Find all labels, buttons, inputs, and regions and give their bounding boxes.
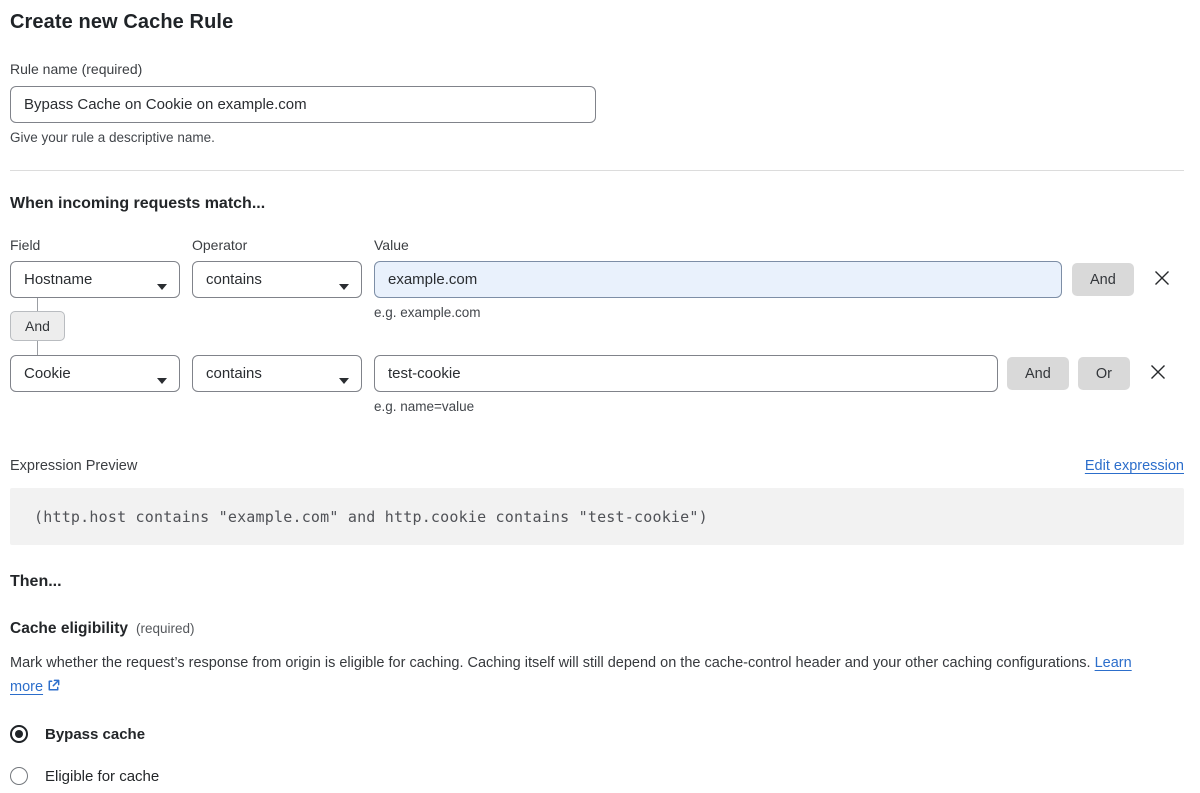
field-column-label: Field xyxy=(10,237,41,253)
create-cache-rule-form: Create new Cache Rule Rule name (require… xyxy=(0,0,1200,785)
expression-code: (http.host contains "example.com" and ht… xyxy=(34,507,708,526)
value-hint-2: e.g. name=value xyxy=(374,399,475,414)
rule-name-input[interactable] xyxy=(10,86,596,123)
radio-option-bypass-cache[interactable]: Bypass cache xyxy=(10,725,1184,743)
connector-line-top xyxy=(37,298,38,311)
and-button-row-2[interactable]: And xyxy=(1007,357,1069,390)
rule-name-help: Give your rule a descriptive name. xyxy=(10,130,215,145)
field-select-1-value: Hostname xyxy=(24,271,93,288)
expression-code-block: (http.host contains "example.com" and ht… xyxy=(10,488,1184,545)
close-icon xyxy=(1149,363,1167,384)
required-badge: (required) xyxy=(136,621,195,636)
value-hint-1: e.g. example.com xyxy=(374,305,481,320)
operator-select-2-value: contains xyxy=(206,365,262,382)
row-connector-area: e.g. example.com And xyxy=(10,298,1184,355)
operator-select-2[interactable]: contains xyxy=(192,355,362,392)
chevron-down-icon xyxy=(157,371,167,388)
description-text: Mark whether the request’s response from… xyxy=(10,655,1091,671)
expression-preview-label: Expression Preview xyxy=(10,458,138,474)
edit-expression-link[interactable]: Edit expression xyxy=(1085,458,1184,474)
chevron-down-icon xyxy=(339,371,349,388)
match-row-1: Hostname contains And xyxy=(10,261,1184,298)
connector-line-bottom xyxy=(37,341,38,355)
column-labels: Field Operator Value xyxy=(10,237,1184,253)
radio-label: Eligible for cache xyxy=(45,767,160,785)
remove-row-1-button[interactable] xyxy=(1152,270,1172,290)
external-link-icon xyxy=(46,679,61,697)
cache-eligibility-title: Cache eligibility xyxy=(10,620,129,637)
field-select-2[interactable]: Cookie xyxy=(10,355,180,392)
field-select-1[interactable]: Hostname xyxy=(10,261,180,298)
page-title: Create new Cache Rule xyxy=(10,11,234,33)
radio-label: Bypass cache xyxy=(45,725,146,743)
cache-eligibility-options: Bypass cache Eligible for cache xyxy=(10,725,1184,785)
value-input-1[interactable] xyxy=(374,261,1062,298)
section-divider xyxy=(10,170,1184,171)
match-row-2: Cookie contains And Or xyxy=(10,355,1184,392)
remove-row-2-button[interactable] xyxy=(1148,364,1168,384)
and-button-row-1[interactable]: And xyxy=(1072,263,1134,296)
radio-selected-icon xyxy=(10,725,28,743)
match-heading: When incoming requests match... xyxy=(10,195,266,212)
rule-name-label: Rule name (required) xyxy=(10,61,143,77)
operator-column-label: Operator xyxy=(192,237,248,253)
connector-and-button[interactable]: And xyxy=(10,311,65,341)
cache-eligibility-description: Mark whether the request’s response from… xyxy=(10,651,1168,701)
radio-option-eligible-for-cache[interactable]: Eligible for cache xyxy=(10,767,1184,785)
connector-wrap: And xyxy=(10,298,66,355)
cache-eligibility-heading: Cache eligibility (required) xyxy=(10,620,1184,638)
value-input-2[interactable] xyxy=(374,355,998,392)
expression-header: Expression Preview Edit expression xyxy=(10,458,1184,474)
close-icon xyxy=(1153,269,1171,290)
or-button-row-2[interactable]: Or xyxy=(1077,357,1130,390)
then-heading: Then... xyxy=(10,573,62,590)
chevron-down-icon xyxy=(339,277,349,294)
field-select-2-value: Cookie xyxy=(24,365,71,382)
operator-select-1-value: contains xyxy=(206,271,262,288)
chevron-down-icon xyxy=(157,277,167,294)
value-column-label: Value xyxy=(374,237,409,253)
radio-unselected-icon xyxy=(10,767,28,785)
operator-select-1[interactable]: contains xyxy=(192,261,362,298)
